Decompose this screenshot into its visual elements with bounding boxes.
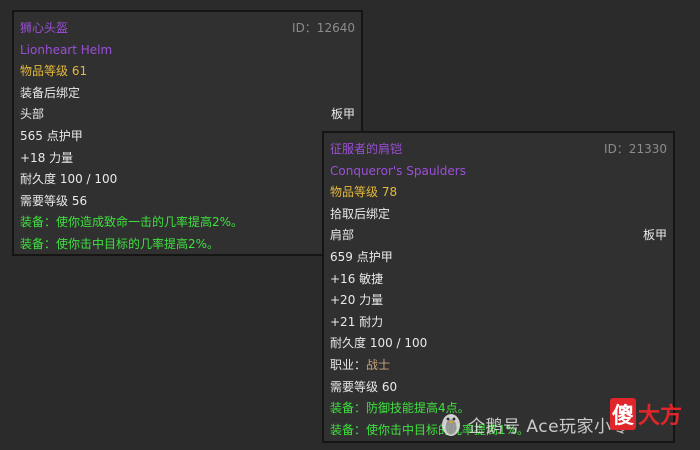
item-tooltip-lionheart-helm: 狮心头盔 ID：12640 Lionheart Helm 物品等级 61 装备后… [12, 10, 363, 256]
item-level: 物品等级 61 [20, 64, 88, 79]
required-level: 需要等级 56 [20, 193, 88, 208]
brand-logo: 傻 大方 [610, 394, 682, 434]
stat-agility: +16 敏捷 [330, 271, 384, 286]
effect-crit: 装备：使你造成致命一击的几率提高2%。 [20, 215, 244, 230]
item-id: ID：21330 [604, 142, 667, 156]
slot-row: 肩部 板甲 [324, 225, 673, 247]
item-name-cn: 狮心头盔 [20, 21, 69, 35]
tooltip-header: 征服者的肩铠 ID：21330 [324, 139, 673, 161]
stat-armor: 565 点护甲 [20, 128, 83, 143]
bind-type: 装备后绑定 [20, 85, 81, 100]
effect-hit: 装备：使你击中目标的几率提高2%。 [20, 236, 220, 251]
bind-type: 拾取后绑定 [330, 206, 391, 221]
item-name-en: Conqueror's Spaulders [330, 163, 466, 178]
brand-logo-char: 傻 [610, 398, 637, 430]
item-slot: 头部 [20, 107, 45, 122]
brand-logo-rest: 大方 [638, 404, 683, 429]
durability: 耐久度 100 / 100 [20, 172, 118, 187]
class-row: 职业： 战士 [324, 355, 673, 377]
stat-strength: +20 力量 [330, 293, 384, 308]
item-name-cn: 征服者的肩铠 [330, 142, 403, 156]
stat-strength: +18 力量 [20, 150, 74, 165]
class-value: 战士 [366, 357, 391, 372]
durability: 耐久度 100 / 100 [330, 336, 428, 351]
item-slot: 肩部 [330, 228, 355, 243]
armor-type: 板甲 [642, 228, 667, 243]
class-label: 职业： [330, 357, 367, 372]
armor-type: 板甲 [330, 107, 355, 122]
watermark: 企鹅号 Ace玩家小零 [440, 404, 629, 444]
stat-armor: 659 点护甲 [330, 249, 393, 264]
item-level: 物品等级 78 [330, 185, 398, 200]
tooltip-header: 狮心头盔 ID：12640 [14, 18, 361, 40]
penguin-icon [442, 414, 460, 436]
item-name-en: Lionheart Helm [20, 42, 113, 57]
stat-stamina: +21 耐力 [330, 314, 384, 329]
watermark-text: 企鹅号 Ace玩家小零 [468, 416, 630, 437]
item-id: ID：12640 [292, 21, 355, 35]
slot-row: 头部 板甲 [14, 104, 361, 126]
